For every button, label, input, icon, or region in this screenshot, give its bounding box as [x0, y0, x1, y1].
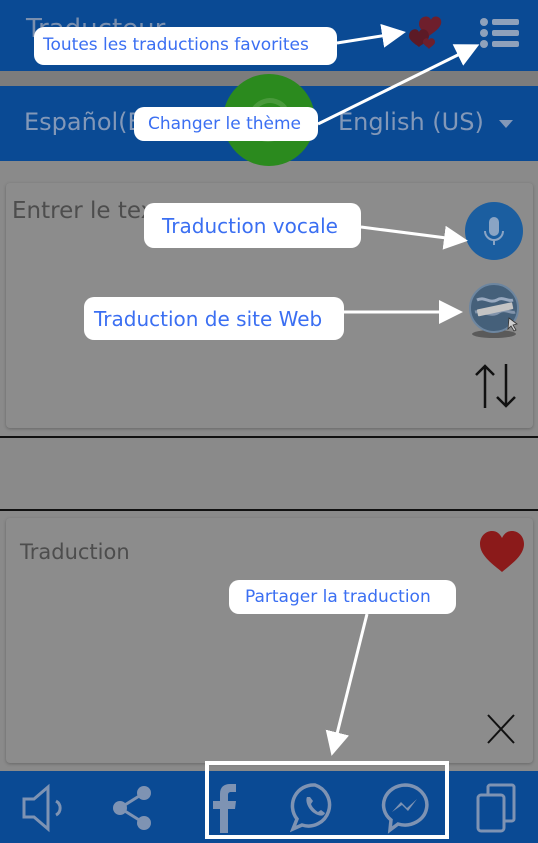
- copy-icon[interactable]: [472, 781, 522, 835]
- source-language-selector[interactable]: Español(E: [24, 108, 143, 136]
- tooltip-favorites: Toutes les traductions favorites: [34, 27, 337, 65]
- tooltip-website: Traduction de site Web: [84, 297, 344, 340]
- speaker-icon[interactable]: [18, 781, 68, 835]
- theme-menu-button[interactable]: [480, 16, 520, 50]
- tooltip-voice: Traduction vocale: [144, 203, 361, 248]
- heart-icon[interactable]: [478, 530, 526, 574]
- tooltip-theme: Changer le thème: [134, 107, 318, 141]
- source-text-input[interactable]: Entrer le tex: [12, 198, 154, 224]
- target-language-selector[interactable]: English (US): [338, 108, 484, 136]
- share-icon[interactable]: [108, 781, 158, 835]
- tooltip-share: Partager la traduction: [229, 580, 456, 614]
- voice-translate-button[interactable]: [465, 202, 523, 260]
- divider: [0, 509, 538, 511]
- translation-output: Traduction: [20, 540, 130, 564]
- close-icon[interactable]: [486, 713, 516, 745]
- swap-arrows-icon[interactable]: [470, 362, 520, 410]
- hearts-icon[interactable]: [405, 12, 447, 52]
- share-highlight-frame: [205, 761, 449, 839]
- globe-icon[interactable]: [463, 278, 525, 340]
- divider: [0, 436, 538, 438]
- microphone-icon: [484, 217, 504, 245]
- chevron-down-icon[interactable]: [499, 120, 513, 128]
